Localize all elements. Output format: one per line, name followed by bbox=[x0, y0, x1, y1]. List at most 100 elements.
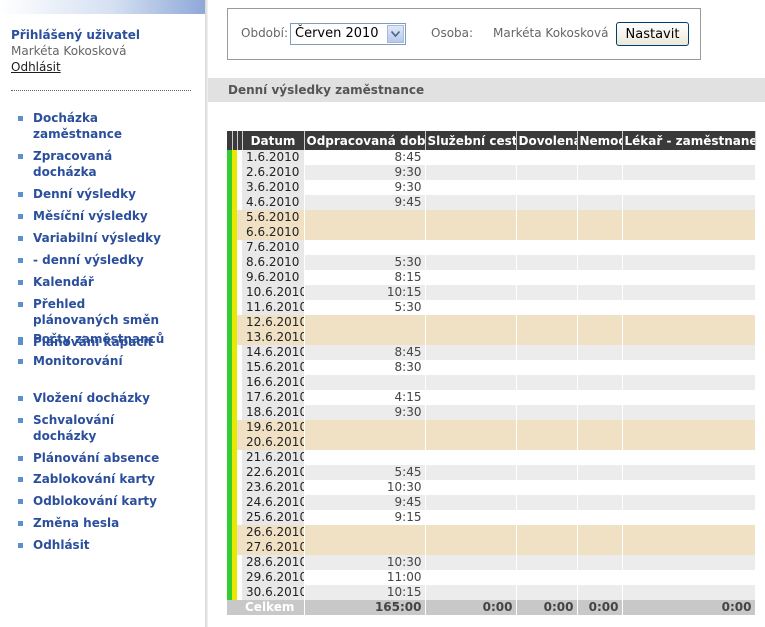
nav-item[interactable]: Změna hesla bbox=[18, 515, 173, 531]
table-row[interactable]: 18.6.2010 9:30 bbox=[227, 405, 756, 420]
cell-worked: 5:30 bbox=[304, 255, 426, 270]
cell-worked: 11:00 bbox=[304, 570, 426, 585]
table-row[interactable]: 2.6.2010 9:30 bbox=[227, 165, 756, 180]
nav-item-label: Počty zaměstnanců bbox=[33, 332, 165, 346]
nav-item[interactable]: Denní výsledky bbox=[18, 186, 173, 202]
table-row[interactable]: 29.6.2010 11:00 bbox=[227, 570, 756, 585]
cell-business-trip bbox=[425, 480, 517, 495]
cell-worked bbox=[304, 450, 426, 465]
table-row[interactable]: 20.6.2010 bbox=[227, 435, 756, 450]
table-row[interactable]: 8.6.2010 5:30 bbox=[227, 255, 756, 270]
nav-item[interactable]: Docházka zaměstnance bbox=[18, 110, 173, 142]
cell-sick bbox=[577, 390, 623, 405]
table-row[interactable]: 5.6.2010 bbox=[227, 210, 756, 225]
table-row[interactable]: 12.6.2010 bbox=[227, 315, 756, 330]
cell-worked bbox=[304, 330, 426, 345]
cell-vacation bbox=[516, 435, 578, 450]
cell-vacation bbox=[516, 540, 578, 555]
table-row[interactable]: 10.6.2010 10:15 bbox=[227, 285, 756, 300]
cell-doctor bbox=[622, 315, 756, 330]
column-header-sick: Nemoc bbox=[577, 131, 623, 150]
table-row[interactable]: 19.6.2010 bbox=[227, 420, 756, 435]
cell-vacation bbox=[516, 360, 578, 375]
nav-item[interactable]: Monitorování bbox=[18, 353, 173, 369]
set-button[interactable]: Nastavit bbox=[616, 22, 689, 46]
cell-business-trip bbox=[425, 405, 517, 420]
column-header-doctor: Lékař - zaměstnanec bbox=[622, 131, 756, 150]
table-row[interactable]: 3.6.2010 9:30 bbox=[227, 180, 756, 195]
table-row[interactable]: 17.6.2010 4:15 bbox=[227, 390, 756, 405]
table-row[interactable]: 26.6.2010 bbox=[227, 525, 756, 540]
cell-sick bbox=[577, 585, 623, 600]
nav-item[interactable]: Přehled plánovaných směn bbox=[18, 296, 173, 328]
cell-sick bbox=[577, 240, 623, 255]
table-row[interactable]: 4.6.2010 9:45 bbox=[227, 195, 756, 210]
bullet-icon bbox=[18, 258, 23, 263]
table-row[interactable]: 28.6.2010 10:30 bbox=[227, 555, 756, 570]
table-row[interactable]: 30.6.2010 10:15 bbox=[227, 585, 756, 600]
cell-sick bbox=[577, 255, 623, 270]
nav-item[interactable]: Odhlásit bbox=[18, 537, 173, 553]
table-row[interactable]: 15.6.2010 8:30 bbox=[227, 360, 756, 375]
nav-item[interactable]: Měsíční výsledky bbox=[18, 208, 173, 224]
cell-sick bbox=[577, 465, 623, 480]
nav-item[interactable]: Počty zaměstnanců bbox=[18, 331, 173, 347]
period-select[interactable]: Červen 2010 bbox=[290, 23, 406, 45]
cell-business-trip bbox=[425, 195, 517, 210]
table-header-row: Datum Odpracovaná doba Služební cesta Do… bbox=[227, 131, 756, 150]
table-row[interactable]: 23.6.2010 10:30 bbox=[227, 480, 756, 495]
table-row[interactable]: 6.6.2010 bbox=[227, 225, 756, 240]
nav-item[interactable]: Schvalování docházky bbox=[18, 412, 173, 444]
cell-doctor bbox=[622, 360, 756, 375]
nav-item[interactable]: Zablokování karty bbox=[18, 471, 173, 487]
cell-sick bbox=[577, 435, 623, 450]
cell-date: 14.6.2010 bbox=[242, 345, 305, 360]
bullet-icon bbox=[18, 116, 23, 121]
table-row[interactable]: 11.6.2010 5:30 bbox=[227, 300, 756, 315]
table-row[interactable]: 21.6.2010 bbox=[227, 450, 756, 465]
nav-item[interactable]: Zpracovaná docházka bbox=[18, 148, 173, 180]
cell-date: 26.6.2010 bbox=[242, 525, 305, 540]
nav-item[interactable]: Plánování absence bbox=[18, 450, 173, 466]
table-row[interactable]: 24.6.2010 9:45 bbox=[227, 495, 756, 510]
cell-vacation bbox=[516, 300, 578, 315]
logout-link[interactable]: Odhlásit bbox=[11, 60, 140, 74]
cell-vacation bbox=[516, 345, 578, 360]
table-row[interactable]: 27.6.2010 bbox=[227, 540, 756, 555]
cell-worked: 9:30 bbox=[304, 165, 426, 180]
bullet-icon bbox=[18, 543, 23, 548]
person-value: Markéta Kokosková bbox=[493, 26, 609, 40]
cell-business-trip bbox=[425, 240, 517, 255]
cell-sick bbox=[577, 225, 623, 240]
cell-sick bbox=[577, 330, 623, 345]
nav-item[interactable]: Kalendář bbox=[18, 274, 173, 290]
nav-item[interactable]: Odblokování karty bbox=[18, 493, 173, 509]
table-row[interactable]: 14.6.2010 8:45 bbox=[227, 345, 756, 360]
cell-sick bbox=[577, 210, 623, 225]
cell-sick bbox=[577, 540, 623, 555]
table-row[interactable]: 9.6.2010 8:15 bbox=[227, 270, 756, 285]
table-row[interactable]: 25.6.2010 9:15 bbox=[227, 510, 756, 525]
chevron-down-icon[interactable] bbox=[387, 25, 404, 43]
nav-item-label: Docházka zaměstnance bbox=[33, 111, 123, 141]
column-header-date: Datum bbox=[242, 131, 305, 150]
table-row[interactable]: 7.6.2010 bbox=[227, 240, 756, 255]
nav-item[interactable]: Variabilní výsledky bbox=[18, 230, 173, 246]
cell-doctor bbox=[622, 510, 756, 525]
nav-item-label: Monitorování bbox=[33, 354, 123, 368]
cell-vacation bbox=[516, 255, 578, 270]
cell-doctor bbox=[622, 390, 756, 405]
cell-worked: 10:30 bbox=[304, 555, 426, 570]
table-row[interactable]: 1.6.2010 8:45 bbox=[227, 150, 756, 165]
table-row[interactable]: 13.6.2010 bbox=[227, 330, 756, 345]
table-row[interactable]: 16.6.2010 bbox=[227, 375, 756, 390]
cell-date: 22.6.2010 bbox=[242, 465, 305, 480]
nav-group: Vložení docházky Schvalování docházky Plán… bbox=[18, 390, 173, 472]
cell-business-trip bbox=[425, 300, 517, 315]
nav-group: Zablokování karty Odblokování karty Změna … bbox=[18, 471, 173, 559]
cell-sick bbox=[577, 525, 623, 540]
cell-vacation bbox=[516, 570, 578, 585]
nav-item[interactable]: - denní výsledky bbox=[18, 252, 173, 268]
table-row[interactable]: 22.6.2010 5:45 bbox=[227, 465, 756, 480]
nav-item[interactable]: Vložení docházky bbox=[18, 390, 173, 406]
